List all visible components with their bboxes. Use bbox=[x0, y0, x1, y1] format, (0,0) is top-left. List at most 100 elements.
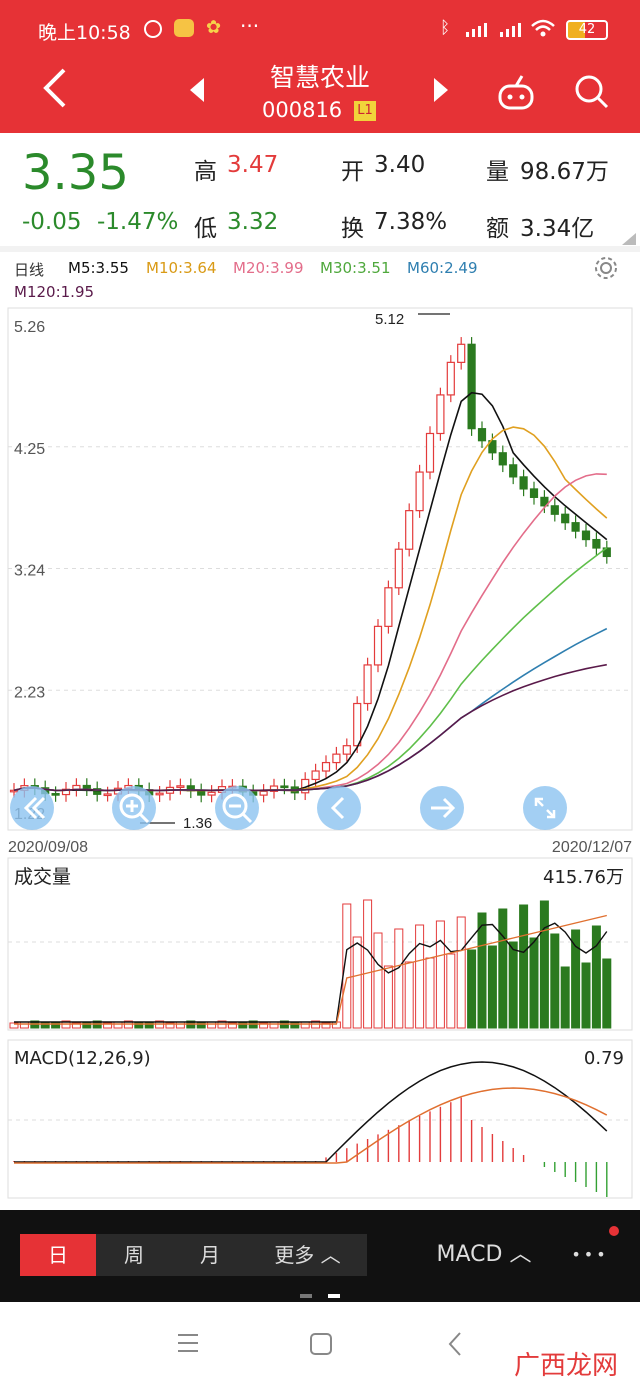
candle-body bbox=[259, 790, 268, 796]
candle-body bbox=[280, 785, 289, 789]
candle-body bbox=[477, 428, 487, 442]
ma30-line bbox=[13, 547, 608, 792]
volume-bar bbox=[373, 932, 383, 1029]
volume-bar bbox=[467, 949, 477, 1029]
candle-body bbox=[550, 505, 559, 515]
volume-bar bbox=[238, 1021, 248, 1029]
candle-body bbox=[176, 785, 185, 788]
ma120-line bbox=[13, 663, 607, 792]
period-label: 日线 bbox=[14, 261, 45, 279]
volume-bar bbox=[383, 965, 393, 1029]
macd-chart: MACD(12,26,9) 0.79 bbox=[7, 1039, 633, 1199]
candle-body bbox=[197, 790, 206, 796]
volume-bar bbox=[175, 1021, 185, 1029]
macd-dea-line bbox=[14, 1087, 608, 1164]
indicator-selector[interactable]: MACD ︿ bbox=[422, 1234, 546, 1276]
next-stock-icon[interactable] bbox=[430, 76, 450, 108]
ma20-line bbox=[13, 473, 607, 792]
ma20-legend: M20:3.99 bbox=[233, 259, 304, 277]
scroll-right-button[interactable] bbox=[420, 786, 464, 830]
turnover-value: 7.38% bbox=[374, 209, 448, 235]
settings-gear-icon[interactable] bbox=[594, 256, 618, 284]
bluetooth-icon: ᛒ bbox=[440, 18, 451, 38]
volume-label: 量 bbox=[486, 159, 509, 185]
stock-code: 000816 bbox=[262, 98, 343, 122]
zoom-out-button[interactable] bbox=[215, 786, 259, 830]
volume-bar bbox=[269, 1021, 279, 1029]
volume-bar bbox=[207, 1021, 217, 1029]
y-tick-label: 5.26 bbox=[14, 319, 45, 336]
volume-bar bbox=[300, 1021, 310, 1029]
price-change-pct: -1.47% bbox=[97, 209, 179, 235]
candle-body bbox=[581, 530, 591, 541]
candle-body bbox=[342, 745, 351, 755]
signal-icon bbox=[498, 22, 524, 37]
x-start-label: 2020/09/08 bbox=[8, 839, 88, 856]
volume-bar bbox=[51, 1021, 61, 1029]
volume-bar bbox=[113, 1021, 123, 1029]
max-price-label: 5.12 bbox=[375, 311, 404, 328]
volume-bar bbox=[581, 962, 591, 1029]
ma30-legend: M30:3.51 bbox=[320, 259, 391, 277]
header-bar: 晚上10:58 ✿ ··· ᛒ 42 智慧农业 000816 L1 bbox=[0, 0, 640, 133]
page-indicator-2 bbox=[328, 1294, 340, 1298]
current-price: 3.35 bbox=[22, 145, 129, 201]
macd-dif-line bbox=[14, 1061, 608, 1163]
candle-body bbox=[457, 343, 466, 363]
scroll-left-fast-button[interactable] bbox=[10, 786, 54, 830]
back-nav-icon[interactable] bbox=[446, 1330, 464, 1362]
volume-bar bbox=[456, 916, 466, 1029]
search-icon[interactable] bbox=[572, 72, 610, 114]
scroll-left-button[interactable] bbox=[317, 786, 361, 830]
ma60-legend: M60:2.49 bbox=[407, 259, 478, 277]
volume-bar bbox=[560, 966, 570, 1029]
volume-bar bbox=[550, 933, 560, 1029]
high-value: 3.47 bbox=[227, 152, 279, 178]
page-indicator-1 bbox=[300, 1294, 312, 1298]
status-time: 晚上10:58 bbox=[38, 22, 131, 44]
candle-body bbox=[82, 784, 91, 790]
volume-bar bbox=[571, 929, 581, 1029]
fullscreen-button[interactable] bbox=[523, 786, 567, 830]
signal-hd-icon bbox=[464, 22, 490, 37]
more-options-button[interactable]: ••• bbox=[560, 1234, 620, 1276]
stock-name: 智慧农业 bbox=[269, 63, 370, 92]
snowball-robot-icon[interactable] bbox=[496, 72, 536, 116]
kline-chart[interactable]: 5.264.253.242.231.222020/09/082020/12/07… bbox=[0, 300, 640, 860]
y-tick-label: 4.25 bbox=[14, 441, 45, 458]
turnover-label: 换 bbox=[341, 216, 364, 242]
low-label: 低 bbox=[194, 216, 217, 242]
y-tick-label: 2.23 bbox=[14, 684, 45, 701]
volume-bar bbox=[404, 961, 414, 1029]
volume-bar bbox=[446, 953, 456, 1029]
volume-bar bbox=[425, 957, 435, 1029]
home-icon[interactable] bbox=[309, 1332, 333, 1360]
tab-more[interactable]: 更多 ︿ bbox=[248, 1234, 367, 1276]
chat-app-icon bbox=[174, 19, 194, 37]
x-end-label: 2020/12/07 bbox=[552, 839, 632, 856]
candle-body bbox=[103, 793, 112, 797]
volume-bar bbox=[508, 941, 518, 1029]
volume-bar bbox=[529, 937, 539, 1029]
notification-dot bbox=[609, 1226, 619, 1236]
candle-body bbox=[415, 471, 424, 512]
ma5-line bbox=[13, 391, 608, 792]
tab-month[interactable]: 月 bbox=[172, 1234, 248, 1276]
volume-ma10-line bbox=[14, 914, 607, 1025]
candle-body bbox=[394, 548, 403, 589]
candle-body bbox=[571, 522, 580, 532]
zoom-in-button[interactable] bbox=[112, 786, 156, 830]
volume-bar bbox=[477, 912, 487, 1029]
menu-icon[interactable] bbox=[176, 1332, 200, 1358]
amount-label: 额 bbox=[486, 216, 509, 242]
more-notifications: ··· bbox=[240, 14, 260, 38]
open-label: 开 bbox=[341, 159, 364, 185]
tab-week[interactable]: 周 bbox=[96, 1234, 172, 1276]
candle-body bbox=[405, 510, 414, 550]
volume-value: 98.67万 bbox=[520, 159, 609, 185]
candle-body bbox=[529, 488, 539, 498]
candle-body bbox=[509, 464, 518, 478]
candle-body bbox=[519, 476, 528, 490]
candle-body bbox=[155, 792, 164, 796]
tab-day[interactable]: 日 bbox=[20, 1234, 96, 1276]
